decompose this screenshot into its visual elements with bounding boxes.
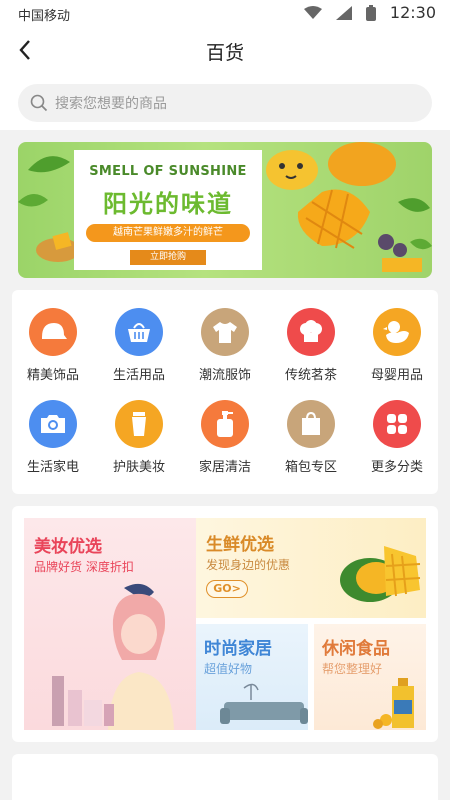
- category-item[interactable]: 生活家电: [10, 400, 96, 475]
- category-item[interactable]: 更多分类: [354, 400, 440, 475]
- duck-icon: [373, 308, 421, 356]
- model-image: [52, 583, 174, 730]
- category-item[interactable]: 精美饰品: [10, 308, 96, 383]
- category-label: 更多分类: [370, 460, 423, 475]
- banner-card: SMELL OF SUNSHINE 阳光的味道 越南芒果鲜嫩多汁的鲜芒 立即抢购: [74, 150, 262, 270]
- promo-banner[interactable]: SMELL OF SUNSHINE 阳光的味道 越南芒果鲜嫩多汁的鲜芒 立即抢购: [18, 142, 432, 278]
- banner-en-title: SMELL OF SUNSHINE: [89, 164, 247, 179]
- basket-icon: [115, 308, 163, 356]
- category-label: 护肤美妆: [112, 460, 165, 475]
- bottle-icon: [201, 400, 249, 448]
- carrier-name: 中国移动: [18, 9, 71, 24]
- promo-fresh-title: 生鲜优选: [206, 535, 274, 555]
- promo-snack[interactable]: 休闲食品 帮您整理好: [314, 624, 426, 730]
- search-icon: [30, 94, 48, 112]
- category-label: 生活用品: [112, 368, 165, 383]
- category-item[interactable]: 潮流服饰: [182, 308, 268, 383]
- promo-section: 美妆优选 品牌好货 深度折扣 生鲜优选 发现身边的优惠 GO> 时尚家居 超值好…: [12, 506, 438, 742]
- header: 百货 搜索您想要的商品: [0, 26, 450, 130]
- category-label: 母婴用品: [370, 368, 423, 383]
- battery-icon: [365, 4, 376, 21]
- cap-icon: [29, 308, 77, 356]
- next-section-card: [12, 754, 438, 800]
- category-label: 家居清洁: [198, 460, 251, 475]
- category-item[interactable]: 传统茗茶: [268, 308, 354, 383]
- category-item[interactable]: 护肤美妆: [96, 400, 182, 475]
- search-input[interactable]: 搜索您想要的商品: [18, 84, 432, 122]
- cake-icon: [287, 308, 335, 356]
- promo-home-title: 时尚家居: [204, 639, 272, 659]
- cosmetic-icon: [115, 400, 163, 448]
- promo-fresh[interactable]: 生鲜优选 发现身边的优惠 GO>: [196, 518, 426, 618]
- mango-image: [266, 142, 422, 272]
- camera-icon: [29, 400, 77, 448]
- promo-beauty-title: 美妆优选: [34, 537, 102, 557]
- promo-fresh-subtitle: 发现身边的优惠: [206, 558, 291, 572]
- category-item[interactable]: 生活用品: [96, 308, 182, 383]
- status-bar: 中国移动 12:30: [0, 0, 450, 26]
- promo-home-subtitle: 超值好物: [204, 662, 253, 676]
- category-label: 精美饰品: [26, 368, 79, 383]
- search-placeholder: 搜索您想要的商品: [55, 96, 167, 112]
- shirt-icon: [201, 308, 249, 356]
- banner-buy-button[interactable]: 立即抢购: [130, 250, 206, 265]
- promo-beauty-subtitle: 品牌好货 深度折扣: [34, 560, 134, 574]
- category-item[interactable]: 箱包专区: [268, 400, 354, 475]
- category-grid: 精美饰品 生活用品 潮流服饰 传统茗茶 母婴用品 生活家电 护肤美妆 家居清洁 …: [12, 290, 438, 494]
- category-label: 生活家电: [26, 460, 79, 475]
- banner-subtitle: 越南芒果鲜嫩多汁的鲜芒: [86, 224, 250, 242]
- category-label: 箱包专区: [284, 460, 337, 475]
- promo-fresh-go-button[interactable]: GO>: [206, 580, 248, 598]
- promo-home[interactable]: 时尚家居 超值好物: [196, 624, 308, 730]
- promo-snack-subtitle: 帮您整理好: [322, 662, 383, 676]
- category-label: 潮流服饰: [198, 368, 251, 383]
- bag-icon: [287, 400, 335, 448]
- grid-icon: [373, 400, 421, 448]
- oil-bottle-image: [373, 678, 414, 729]
- promo-beauty[interactable]: 美妆优选 品牌好货 深度折扣: [24, 518, 196, 730]
- mango-image: [340, 546, 421, 602]
- category-item[interactable]: 母婴用品: [354, 308, 440, 383]
- wifi-icon: [303, 5, 322, 19]
- clock: 12:30: [389, 3, 436, 22]
- signal-icon: [335, 5, 352, 20]
- sofa-image: [220, 683, 308, 724]
- promo-snack-title: 休闲食品: [322, 639, 390, 659]
- banner-cn-title: 阳光的味道: [103, 190, 233, 218]
- category-label: 传统茗茶: [284, 368, 337, 383]
- status-icons: 12:30: [303, 3, 436, 22]
- category-item[interactable]: 家居清洁: [182, 400, 268, 475]
- page-title: 百货: [205, 42, 244, 64]
